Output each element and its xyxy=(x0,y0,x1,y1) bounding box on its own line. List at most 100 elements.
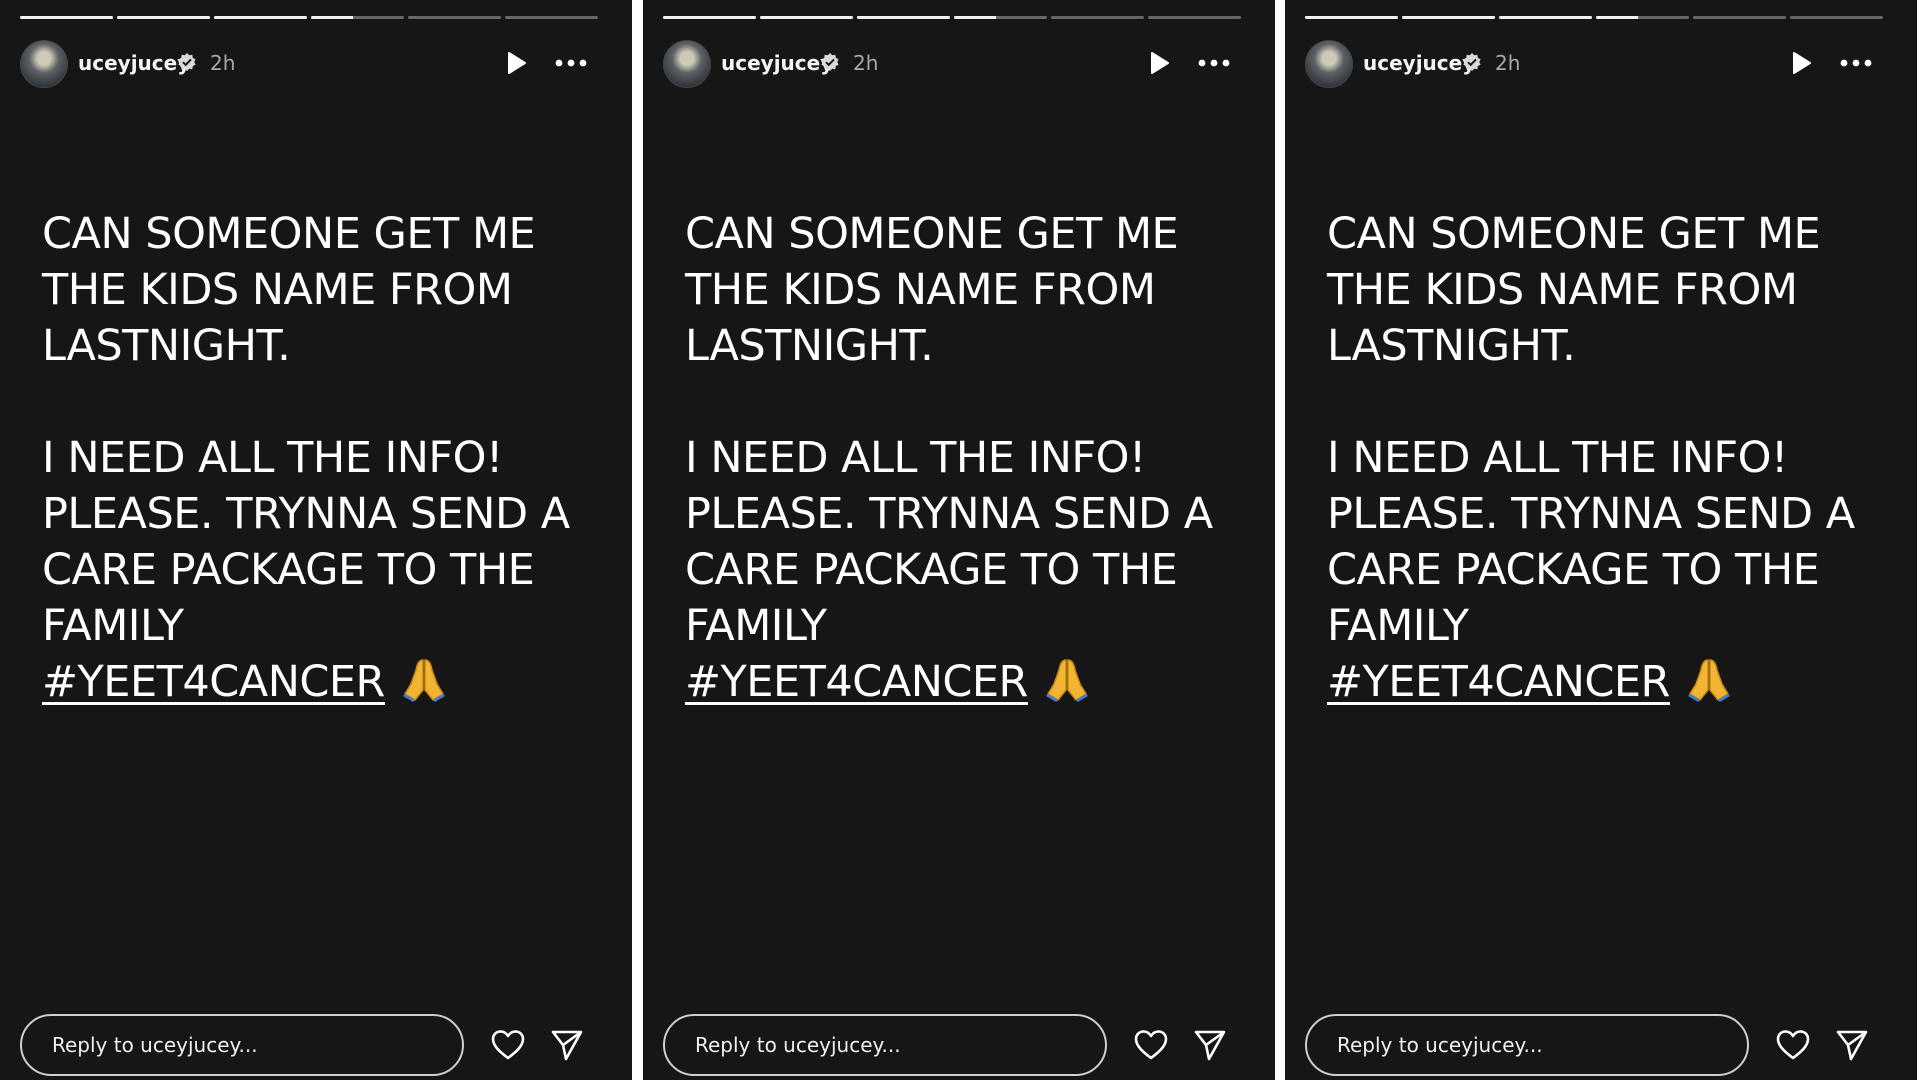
play-icon[interactable] xyxy=(1146,50,1172,76)
heart-icon[interactable] xyxy=(490,1029,526,1061)
progress-segment xyxy=(1499,16,1592,19)
reply-input[interactable]: Reply to uceyjucey... xyxy=(20,1014,464,1076)
story-footer: Reply to uceyjucey... xyxy=(1305,1014,1905,1080)
story-progress-bar xyxy=(663,16,1241,19)
story-text: CAN SOMEONE GET ME THE KIDS NAME FROM LA… xyxy=(42,206,612,710)
play-icon[interactable] xyxy=(1788,50,1814,76)
post-time: 2h xyxy=(210,51,236,75)
story-triptych: uceyjucey 2h CAN SOMEONE GET ME THE KIDS… xyxy=(0,0,1920,1080)
reply-input[interactable]: Reply to uceyjucey... xyxy=(1305,1014,1749,1076)
reply-input[interactable]: Reply to uceyjucey... xyxy=(663,1014,1107,1076)
story-footer: Reply to uceyjucey... xyxy=(20,1014,620,1080)
folded-hands-emoji xyxy=(1045,659,1088,702)
username[interactable]: uceyjucey xyxy=(1363,50,1475,76)
story-text-line: CARE PACKAGE TO THE xyxy=(1327,545,1820,595)
avatar[interactable] xyxy=(1305,40,1353,88)
send-icon[interactable] xyxy=(1835,1028,1869,1062)
story-text-line: FAMILY xyxy=(685,601,827,651)
progress-segment-fill xyxy=(1305,16,1398,19)
hashtag-line: #YEET4CANCER xyxy=(42,654,612,710)
hashtag-link[interactable]: #YEET4CANCER xyxy=(1327,657,1670,707)
story-text-line: I NEED ALL THE INFO! xyxy=(1327,433,1788,483)
progress-segment xyxy=(117,16,210,19)
post-time: 2h xyxy=(853,51,879,75)
story-text-line: I NEED ALL THE INFO! xyxy=(42,433,503,483)
story-text-line: CARE PACKAGE TO THE xyxy=(685,545,1178,595)
progress-segment xyxy=(214,16,307,19)
progress-segment-fill xyxy=(663,16,756,19)
story-text-line: CAN SOMEONE GET ME xyxy=(42,209,536,259)
progress-segment xyxy=(663,16,756,19)
progress-segment xyxy=(1051,16,1144,19)
story-text-line: I NEED ALL THE INFO! xyxy=(685,433,1146,483)
story-text-line: THE KIDS NAME FROM xyxy=(1327,265,1798,315)
progress-segment-fill xyxy=(1402,16,1495,19)
story-header: uceyjucey 2h xyxy=(663,40,1241,88)
verified-badge-icon xyxy=(178,53,196,71)
story-text-line: CAN SOMEONE GET ME xyxy=(685,209,1179,259)
story-text: CAN SOMEONE GET ME THE KIDS NAME FROM LA… xyxy=(685,206,1255,710)
story-text-line: CARE PACKAGE TO THE xyxy=(42,545,535,595)
story-panel-1: uceyjucey 2h CAN SOMEONE GET ME THE KIDS… xyxy=(0,0,632,1080)
heart-icon[interactable] xyxy=(1133,1029,1169,1061)
progress-segment xyxy=(311,16,404,19)
story-text: CAN SOMEONE GET ME THE KIDS NAME FROM LA… xyxy=(1327,206,1897,710)
story-header: uceyjucey 2h xyxy=(1305,40,1883,88)
progress-segment xyxy=(1402,16,1495,19)
avatar[interactable] xyxy=(20,40,68,88)
folded-hands-emoji xyxy=(402,659,445,702)
story-text-gap xyxy=(685,374,1255,430)
send-icon[interactable] xyxy=(550,1028,584,1062)
username[interactable]: uceyjucey xyxy=(78,50,190,76)
story-text-line: LASTNIGHT. xyxy=(1327,321,1576,371)
story-panel-2: uceyjucey 2h CAN SOMEONE GET ME THE KIDS… xyxy=(643,0,1275,1080)
story-text-line: PLEASE. TRYNNA SEND A xyxy=(685,489,1213,539)
progress-segment xyxy=(408,16,501,19)
progress-segment xyxy=(857,16,950,19)
progress-segment xyxy=(954,16,1047,19)
story-text-gap xyxy=(1327,374,1897,430)
story-text-line: THE KIDS NAME FROM xyxy=(685,265,1156,315)
progress-segment xyxy=(1305,16,1398,19)
story-text-line: PLEASE. TRYNNA SEND A xyxy=(1327,489,1855,539)
story-text-line: THE KIDS NAME FROM xyxy=(42,265,513,315)
story-text-line: FAMILY xyxy=(1327,601,1469,651)
story-footer: Reply to uceyjucey... xyxy=(663,1014,1263,1080)
send-icon[interactable] xyxy=(1193,1028,1227,1062)
progress-segment-fill xyxy=(954,16,996,19)
more-options-icon[interactable] xyxy=(553,50,589,76)
progress-segment-fill xyxy=(857,16,950,19)
story-text-gap xyxy=(42,374,612,430)
verified-badge-icon xyxy=(1463,53,1481,71)
progress-segment xyxy=(1596,16,1689,19)
progress-segment xyxy=(760,16,853,19)
avatar[interactable] xyxy=(663,40,711,88)
post-time: 2h xyxy=(1495,51,1521,75)
story-text-line: FAMILY xyxy=(42,601,184,651)
heart-icon[interactable] xyxy=(1775,1029,1811,1061)
hashtag-line: #YEET4CANCER xyxy=(1327,654,1897,710)
story-text-line: CAN SOMEONE GET ME xyxy=(1327,209,1821,259)
story-progress-bar xyxy=(1305,16,1883,19)
hashtag-link[interactable]: #YEET4CANCER xyxy=(685,657,1028,707)
hashtag-line: #YEET4CANCER xyxy=(685,654,1255,710)
progress-segment xyxy=(505,16,598,19)
progress-segment-fill xyxy=(311,16,353,19)
username[interactable]: uceyjucey xyxy=(721,50,833,76)
progress-segment-fill xyxy=(1596,16,1638,19)
story-text-line: PLEASE. TRYNNA SEND A xyxy=(42,489,570,539)
more-options-icon[interactable] xyxy=(1838,50,1874,76)
progress-segment xyxy=(1148,16,1241,19)
progress-segment-fill xyxy=(20,16,113,19)
progress-segment xyxy=(20,16,113,19)
story-header: uceyjucey 2h xyxy=(20,40,598,88)
progress-segment-fill xyxy=(117,16,210,19)
progress-segment-fill xyxy=(1499,16,1592,19)
verified-badge-icon xyxy=(821,53,839,71)
story-text-line: LASTNIGHT. xyxy=(42,321,291,371)
play-icon[interactable] xyxy=(503,50,529,76)
folded-hands-emoji xyxy=(1687,659,1730,702)
more-options-icon[interactable] xyxy=(1196,50,1232,76)
progress-segment xyxy=(1790,16,1883,19)
hashtag-link[interactable]: #YEET4CANCER xyxy=(42,657,385,707)
